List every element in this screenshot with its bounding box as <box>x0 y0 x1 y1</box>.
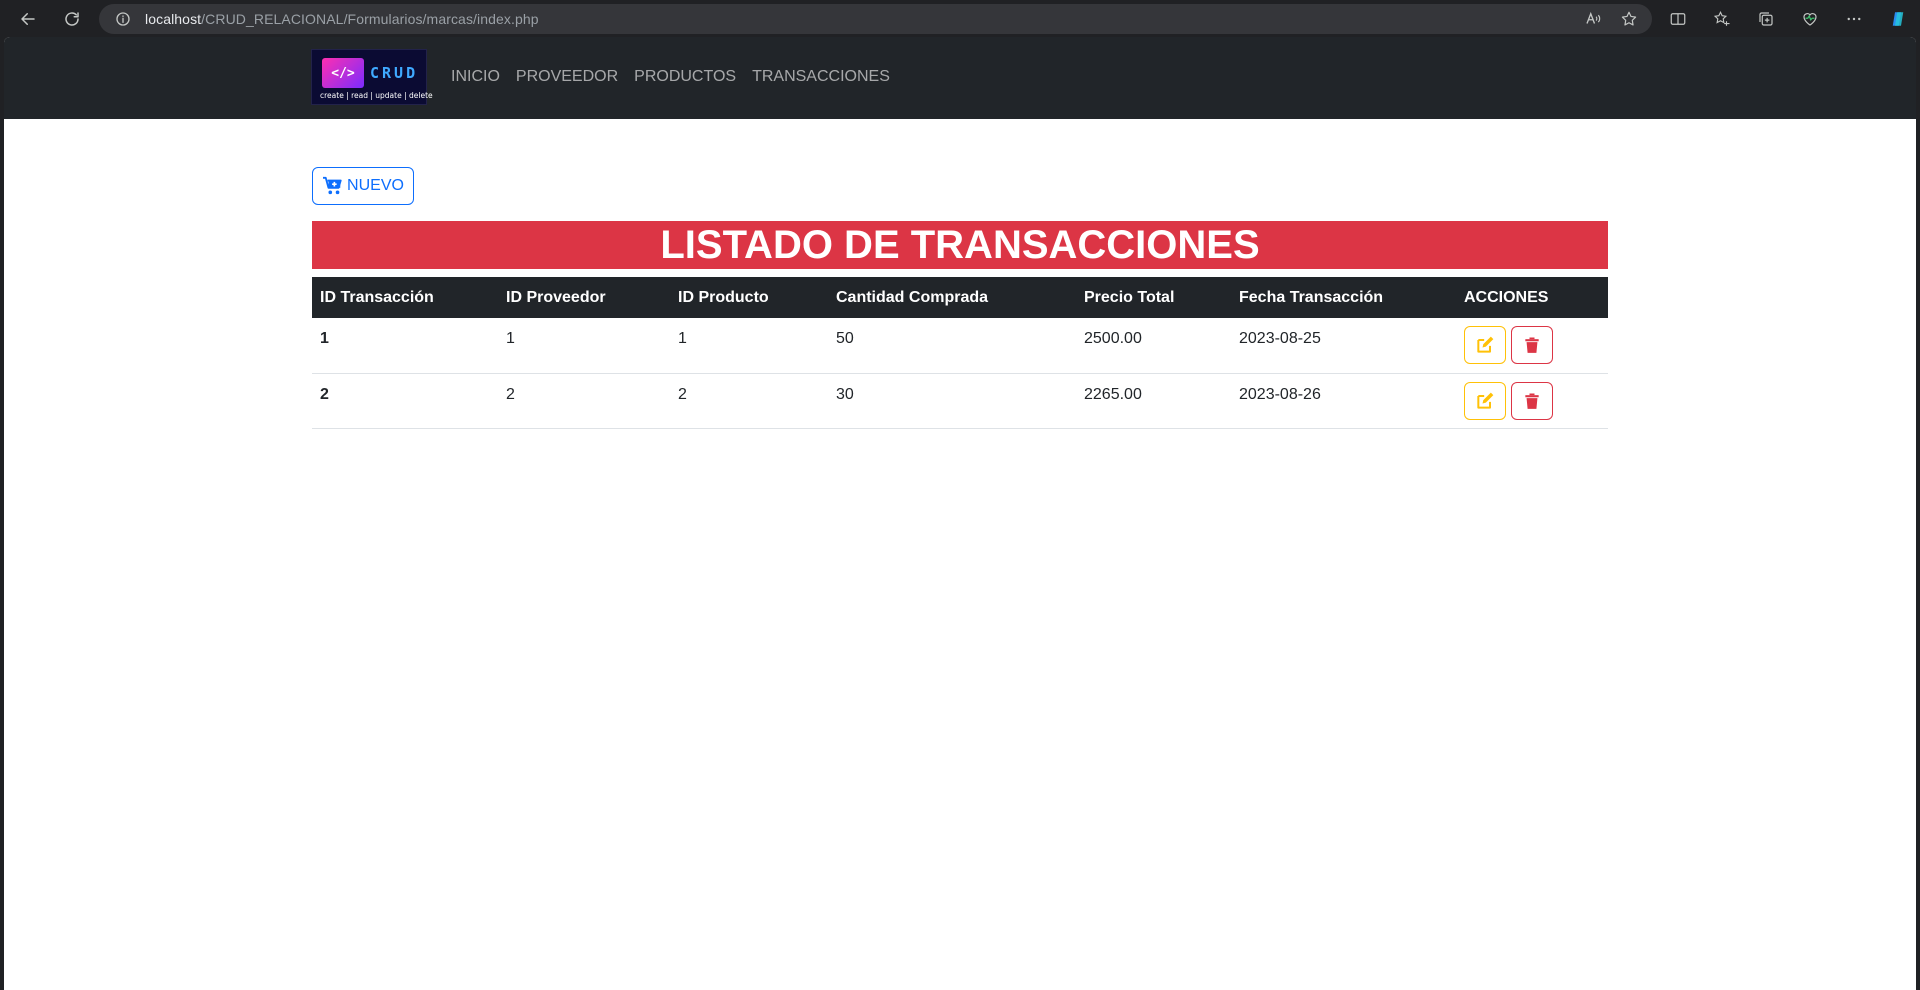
nav-link-productos[interactable]: PRODUCTOS <box>634 68 736 86</box>
edit-button[interactable] <box>1464 326 1506 364</box>
back-button[interactable] <box>12 3 44 35</box>
cell-cantidad: 50 <box>828 318 1076 374</box>
cart-plus-icon <box>323 176 342 195</box>
address-bar[interactable]: localhost/CRUD_RELACIONAL/Formularios/ma… <box>99 4 1652 34</box>
browser-essentials-button[interactable] <box>1788 4 1832 34</box>
copilot-icon <box>1892 12 1904 26</box>
more-options-button[interactable] <box>1832 4 1876 34</box>
favorite-star-icon[interactable] <box>1620 10 1638 28</box>
header-cantidad-comprada: Cantidad Comprada <box>828 277 1076 318</box>
nav-links: INICIO PROVEEDOR PRODUCTOS TRANSACCIONES <box>451 68 890 86</box>
edit-icon <box>1477 392 1494 409</box>
split-screen-icon <box>1670 13 1686 25</box>
header-id-transaccion: ID Transacción <box>312 277 498 318</box>
reload-icon <box>65 12 79 26</box>
new-transaction-button[interactable]: NUEVO <box>312 167 414 205</box>
info-icon[interactable] <box>115 11 131 27</box>
code-icon: </> <box>322 58 364 88</box>
cell-actions <box>1456 318 1608 374</box>
url-text: localhost/CRUD_RELACIONAL/Formularios/ma… <box>145 11 539 27</box>
nav-link-inicio[interactable]: INICIO <box>451 68 500 86</box>
collections-button[interactable] <box>1744 4 1788 34</box>
logo-tagline: create | read | update | delete <box>320 91 433 100</box>
favorites-icon <box>1713 10 1730 26</box>
delete-button[interactable] <box>1511 326 1554 364</box>
reload-button[interactable] <box>56 3 88 35</box>
header-id-producto: ID Producto <box>670 277 828 318</box>
nav-link-transacciones[interactable]: TRANSACCIONES <box>752 68 890 86</box>
trash-icon <box>1525 393 1540 409</box>
edit-icon <box>1477 336 1494 353</box>
cell-precio-total: 2265.00 <box>1076 373 1231 429</box>
more-dots-icon <box>1847 17 1861 21</box>
heart-pulse-icon <box>1803 13 1817 26</box>
table-row: 1 1 1 50 2500.00 2023-08-25 <box>312 318 1608 374</box>
navbar: </> CRUD create | read | update | delete… <box>4 37 1916 119</box>
cell-id-transaccion: 2 <box>312 373 498 429</box>
edit-button[interactable] <box>1464 381 1506 420</box>
logo-brand: CRUD <box>370 64 419 82</box>
url-path: /CRUD_RELACIONAL/Formularios/marcas/inde… <box>201 11 539 27</box>
header-id-proveedor: ID Proveedor <box>498 277 670 318</box>
cell-id-producto: 2 <box>670 373 828 429</box>
browser-toolbar: localhost/CRUD_RELACIONAL/Formularios/ma… <box>0 0 1920 37</box>
cell-id-proveedor: 2 <box>498 373 670 429</box>
arrow-left-icon <box>21 13 35 25</box>
new-button-label: NUEVO <box>347 177 404 194</box>
table-row: 2 2 2 30 2265.00 2023-08-26 <box>312 373 1608 429</box>
crud-logo[interactable]: </> CRUD create | read | update | delete <box>311 49 433 105</box>
transactions-table: ID Transacción ID Proveedor ID Producto … <box>312 277 1608 429</box>
table-header-row: ID Transacción ID Proveedor ID Producto … <box>312 277 1608 318</box>
split-screen-button[interactable] <box>1656 4 1700 34</box>
favorites-button[interactable] <box>1700 4 1744 34</box>
page-title: LISTADO DE TRANSACCIONES <box>312 221 1608 269</box>
cell-fecha: 2023-08-25 <box>1231 318 1456 374</box>
cell-precio-total: 2500.00 <box>1076 318 1231 374</box>
cell-actions <box>1456 373 1608 429</box>
url-host: localhost <box>145 11 202 27</box>
web-page: </> CRUD create | read | update | delete… <box>4 37 1916 990</box>
trash-icon <box>1525 337 1540 353</box>
cell-id-producto: 1 <box>670 318 828 374</box>
collections-icon <box>1759 12 1773 26</box>
cell-id-proveedor: 1 <box>498 318 670 374</box>
header-precio-total: Precio Total <box>1076 277 1231 318</box>
cell-cantidad: 30 <box>828 373 1076 429</box>
copilot-button[interactable] <box>1876 4 1920 34</box>
cell-id-transaccion: 1 <box>312 318 498 374</box>
read-aloud-icon[interactable] <box>1584 10 1602 28</box>
delete-button[interactable] <box>1511 381 1554 420</box>
nav-link-proveedor[interactable]: PROVEEDOR <box>516 68 618 86</box>
header-acciones: ACCIONES <box>1456 277 1608 318</box>
header-fecha-transaccion: Fecha Transacción <box>1231 277 1456 318</box>
cell-fecha: 2023-08-26 <box>1231 373 1456 429</box>
